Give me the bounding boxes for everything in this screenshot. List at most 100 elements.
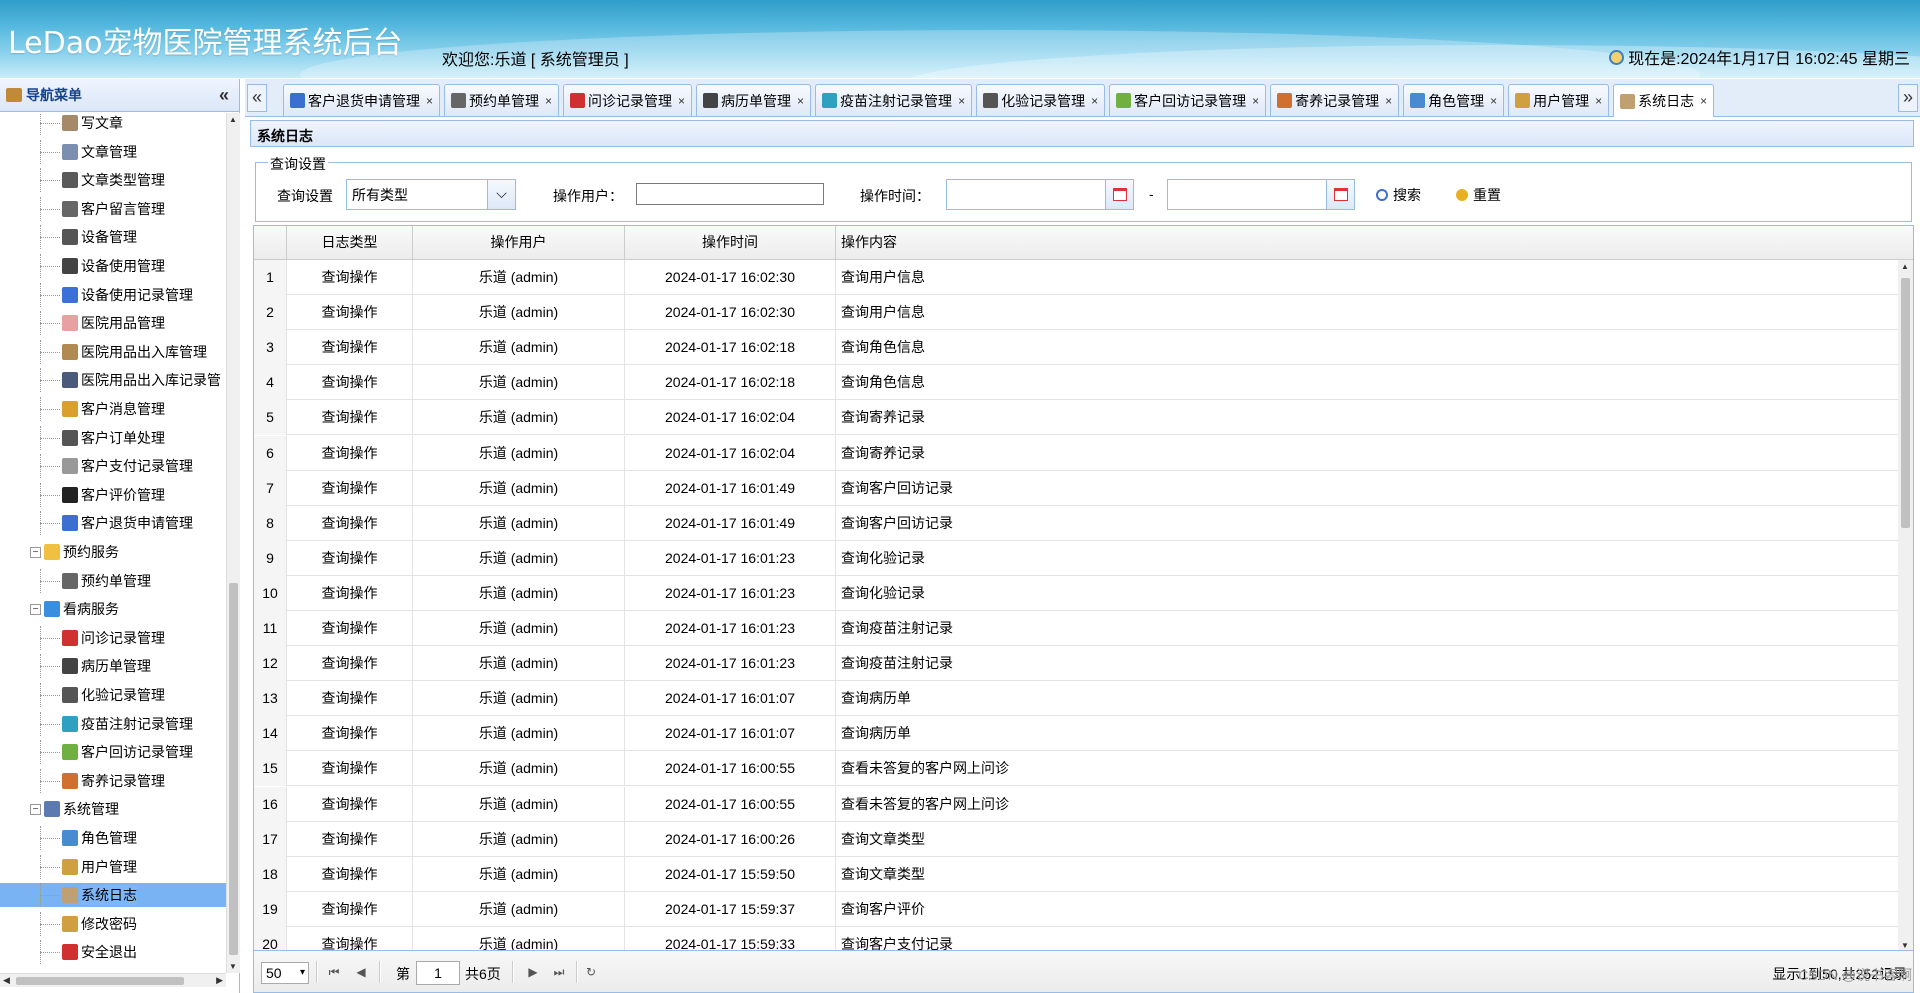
table-row[interactable]: 3 查询操作 乐道 (admin) 2024-01-17 16:02:18 查询角色信息 [254, 330, 1899, 366]
sidebar-item[interactable]: − 系统管理 [0, 797, 226, 821]
log-type-select[interactable]: 所有类型 ⌵ [346, 179, 516, 210]
close-icon[interactable]: × [1490, 94, 1497, 108]
table-row[interactable]: 1 查询操作 乐道 (admin) 2024-01-17 16:02:30 查询用户信息 [254, 260, 1899, 295]
close-icon[interactable]: × [545, 94, 552, 108]
scroll-thumb[interactable] [16, 977, 184, 985]
sidebar-item[interactable]: 客户评价管理 [0, 482, 226, 507]
sidebar-item[interactable]: 写文章 [0, 113, 226, 135]
scroll-down-icon[interactable]: ▼ [229, 962, 237, 971]
table-row[interactable]: 5 查询操作 乐道 (admin) 2024-01-17 16:02:04 查询寄养记录 [254, 400, 1899, 436]
next-page-icon[interactable]: ▶ [524, 963, 542, 981]
first-page-icon[interactable]: ⏮ [325, 963, 343, 981]
scroll-right-icon[interactable]: ▶ [216, 975, 223, 986]
table-row[interactable]: 17 查询操作 乐道 (admin) 2024-01-17 16:00:26 查询文章类… [254, 821, 1899, 857]
collapse-toggle-icon[interactable]: − [30, 803, 41, 815]
scroll-down-icon[interactable]: ▼ [1901, 941, 1909, 950]
tab[interactable]: 疫苗注射记录管理 × [815, 84, 973, 116]
table-row[interactable]: 9 查询操作 乐道 (admin) 2024-01-17 16:01:23 查询化验记录 [254, 540, 1899, 576]
table-row[interactable]: 19 查询操作 乐道 (admin) 2024-01-17 15:59:37 查询客户评… [254, 891, 1899, 927]
table-row[interactable]: 12 查询操作 乐道 (admin) 2024-01-17 16:01:23 查询疫苗注… [254, 646, 1899, 682]
table-row[interactable]: 4 查询操作 乐道 (admin) 2024-01-17 16:02:18 查询角色信息 [254, 365, 1899, 401]
chevron-down-icon[interactable]: ⌵ [487, 180, 515, 209]
operator-input[interactable] [636, 183, 824, 205]
sidebar-item[interactable]: 设备管理 [0, 225, 226, 250]
scroll-thumb[interactable] [1901, 278, 1910, 528]
close-icon[interactable]: × [1595, 94, 1602, 108]
table-row[interactable]: 6 查询操作 乐道 (admin) 2024-01-17 16:02:04 查询寄养记录 [254, 435, 1899, 471]
sidebar-item[interactable]: 修改密码 [0, 911, 226, 936]
previous-page-icon[interactable]: ◀ [352, 963, 370, 981]
sidebar-item[interactable]: 文章管理 [0, 139, 226, 164]
close-icon[interactable]: × [1700, 94, 1707, 108]
sidebar-item[interactable]: 问诊记录管理 [0, 625, 226, 650]
close-icon[interactable]: × [797, 94, 804, 108]
table-row[interactable]: 13 查询操作 乐道 (admin) 2024-01-17 16:01:07 查询病历单 [254, 681, 1899, 717]
sidebar-item[interactable]: 医院用品管理 [0, 311, 226, 336]
nav-horizontal-scrollbar[interactable]: ◀ ▶ [0, 973, 226, 987]
sidebar-item[interactable]: − 看病服务 [0, 597, 226, 621]
table-row[interactable]: 18 查询操作 乐道 (admin) 2024-01-17 15:59:50 查询文章类… [254, 856, 1899, 892]
tab[interactable]: 系统日志 × [1613, 84, 1715, 117]
sidebar-item[interactable]: 病历单管理 [0, 654, 226, 679]
scroll-up-icon[interactable]: ▲ [229, 115, 237, 124]
column-header[interactable]: 操作用户 [413, 226, 625, 260]
calendar-icon[interactable] [1326, 180, 1354, 209]
sidebar-item[interactable]: 安全退出 [0, 940, 226, 965]
table-row[interactable]: 10 查询操作 乐道 (admin) 2024-01-17 16:01:23 查询化验记… [254, 575, 1899, 611]
table-row[interactable]: 14 查询操作 乐道 (admin) 2024-01-17 16:01:07 查询病历单 [254, 716, 1899, 752]
sidebar-item[interactable]: 设备使用管理 [0, 254, 226, 278]
scroll-up-icon[interactable]: ▲ [1901, 262, 1909, 271]
table-row[interactable]: 8 查询操作 乐道 (admin) 2024-01-17 16:01:49 查询客户回访… [254, 505, 1899, 541]
tab[interactable]: 客户退货申请管理 × [283, 84, 441, 116]
sidebar-item[interactable]: 医院用品出入库记录管 [0, 368, 226, 393]
sidebar-item[interactable]: 文章类型管理 [0, 168, 226, 193]
sidebar-item[interactable]: 系统日志 [0, 883, 226, 908]
close-icon[interactable]: × [1252, 94, 1259, 108]
table-row[interactable]: 16 查询操作 乐道 (admin) 2024-01-17 16:00:55 查看未答复… [254, 786, 1899, 822]
sidebar-item[interactable]: 疫苗注射记录管理 [0, 711, 226, 736]
tab[interactable]: 病历单管理 × [696, 84, 812, 116]
tab-scroll-right-button[interactable]: » [1898, 84, 1918, 112]
page-size-select[interactable]: 50 ▾ [261, 962, 309, 984]
tab[interactable]: 预约单管理 × [444, 84, 560, 116]
collapse-toggle-icon[interactable]: − [30, 603, 41, 615]
sidebar-item[interactable]: 客户退货申请管理 [0, 511, 226, 536]
tab[interactable]: 客户回访记录管理 × [1109, 84, 1267, 116]
sidebar-item[interactable]: 设备使用记录管理 [0, 282, 226, 307]
table-row[interactable]: 7 查询操作 乐道 (admin) 2024-01-17 16:01:49 查询客户回访… [254, 470, 1899, 506]
column-header[interactable]: 操作时间 [625, 226, 836, 260]
sidebar-item[interactable]: − 预约服务 [0, 540, 226, 564]
close-icon[interactable]: × [426, 94, 433, 108]
sidebar-item[interactable]: 客户留言管理 [0, 196, 226, 221]
table-row[interactable]: 15 查询操作 乐道 (admin) 2024-01-17 16:00:55 查看未答复… [254, 751, 1899, 787]
table-row[interactable]: 2 查询操作 乐道 (admin) 2024-01-17 16:02:30 查询用户信息 [254, 295, 1899, 331]
reset-button[interactable]: 重置 [1456, 185, 1501, 205]
scroll-thumb[interactable] [229, 583, 238, 955]
column-header[interactable]: 日志类型 [287, 226, 413, 260]
calendar-icon[interactable] [1105, 180, 1133, 209]
table-row[interactable]: 20 查询操作 乐道 (admin) 2024-01-17 15:59:33 查询客户支… [254, 926, 1899, 950]
column-header[interactable]: 操作内容 [836, 226, 1913, 260]
sidebar-item[interactable]: 角色管理 [0, 826, 226, 850]
tab[interactable]: 用户管理 × [1508, 84, 1610, 116]
sidebar-item[interactable]: 用户管理 [0, 854, 226, 879]
collapse-toggle-icon[interactable]: − [30, 546, 41, 558]
sidebar-item[interactable]: 化验记录管理 [0, 683, 226, 707]
tab[interactable]: 化验记录管理 × [976, 84, 1106, 116]
close-icon[interactable]: × [678, 94, 685, 108]
tab[interactable]: 寄养记录管理 × [1270, 84, 1400, 116]
sidebar-item[interactable]: 客户支付记录管理 [0, 454, 226, 479]
last-page-icon[interactable]: ⏭ [550, 963, 568, 981]
sidebar-item[interactable]: 医院用品出入库管理 [0, 339, 226, 364]
time-from-input[interactable] [946, 179, 1134, 210]
time-to-input[interactable] [1167, 179, 1355, 210]
tab-scroll-left-button[interactable]: « [247, 84, 267, 112]
tab[interactable]: 问诊记录管理 × [563, 84, 693, 116]
sidebar-item[interactable]: 客户回访记录管理 [0, 740, 226, 765]
page-number-input[interactable]: 1 [416, 961, 460, 985]
close-icon[interactable]: × [958, 94, 965, 108]
tab[interactable]: 角色管理 × [1403, 84, 1505, 116]
scroll-left-icon[interactable]: ◀ [3, 975, 10, 986]
sidebar-item[interactable]: 客户订单处理 [0, 425, 226, 450]
nav-vertical-scrollbar[interactable]: ▲ ▼ [226, 113, 240, 973]
